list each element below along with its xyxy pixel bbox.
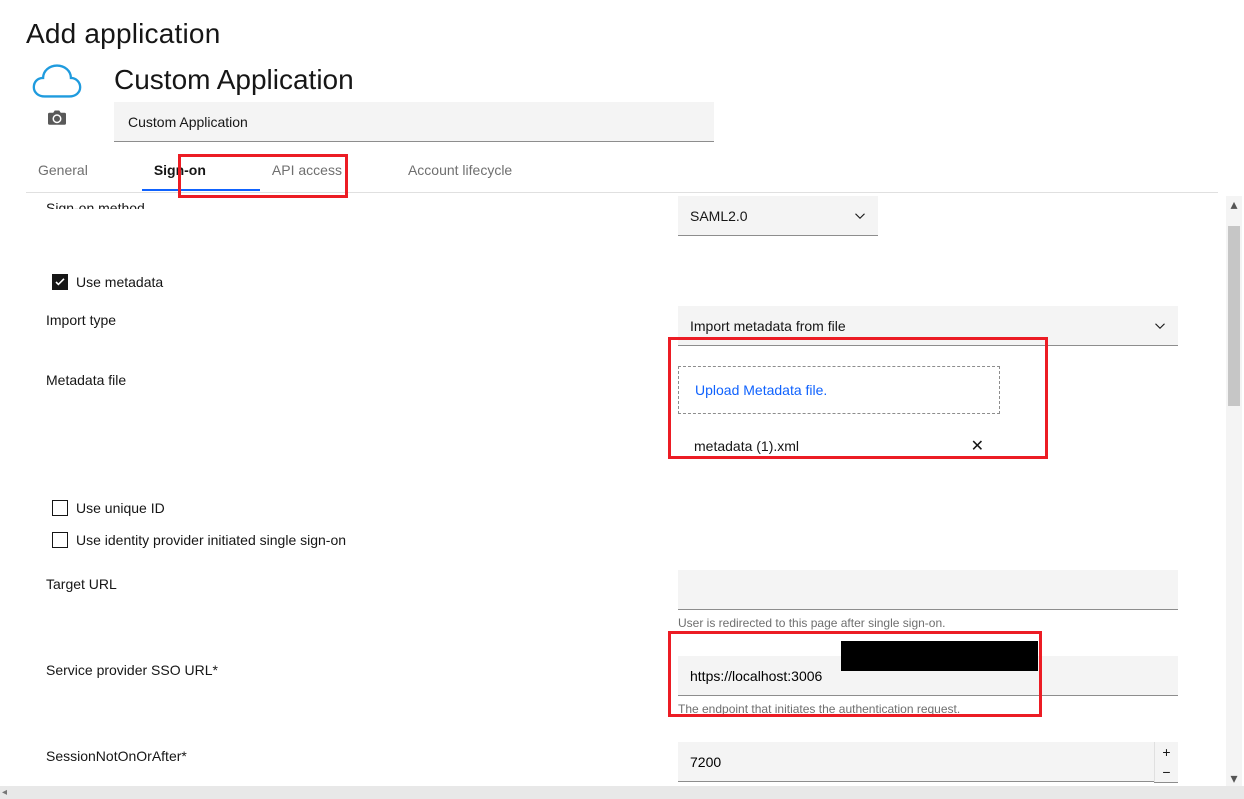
target-url-label: Target URL	[46, 570, 678, 592]
tab-account-lifecycle[interactable]: Account lifecycle	[396, 150, 566, 192]
use-idp-sso-label: Use identity provider initiated single s…	[76, 532, 346, 548]
session-label: SessionNotOnOrAfter*	[46, 742, 678, 764]
sign-on-method-value: SAML2.0	[690, 208, 748, 224]
chevron-down-icon	[1154, 320, 1166, 332]
scrollbar-thumb[interactable]	[1228, 226, 1240, 406]
tab-sign-on[interactable]: Sign-on	[142, 150, 260, 192]
sp-sso-url-helper: The endpoint that initiates the authenti…	[678, 702, 1178, 716]
import-type-value: Import metadata from file	[690, 318, 846, 334]
sp-sso-url-label: Service provider SSO URL*	[46, 656, 678, 678]
use-unique-id-checkbox[interactable]	[52, 500, 68, 516]
tabs: General Sign-on API access Account lifec…	[26, 150, 1218, 193]
chevron-down-icon	[854, 210, 866, 222]
remove-file-icon[interactable]: ✕	[971, 436, 984, 456]
tab-general[interactable]: General	[26, 150, 142, 192]
form-scroll-area: Sign-on method SAML2.0 Use metadata Impo…	[0, 196, 1244, 786]
import-type-select[interactable]: Import metadata from file	[678, 306, 1178, 346]
page-title: Add application	[26, 18, 1218, 50]
use-metadata-label: Use metadata	[76, 274, 163, 290]
target-url-input[interactable]	[678, 570, 1178, 610]
cloud-icon	[32, 64, 82, 98]
upload-prompt: Upload Metadata file.	[695, 382, 827, 398]
uploaded-file: metadata (1).xml ✕	[678, 426, 1000, 466]
tab-api-access[interactable]: API access	[260, 150, 396, 192]
scroll-down-icon[interactable]: ▾	[1226, 770, 1242, 786]
import-type-label: Import type	[46, 306, 678, 328]
uploaded-file-name: metadata (1).xml	[694, 438, 799, 454]
metadata-file-label: Metadata file	[46, 366, 678, 388]
session-increment-button[interactable]: +	[1154, 742, 1178, 762]
use-metadata-checkbox[interactable]	[52, 274, 68, 290]
horizontal-scrollbar[interactable]: ◂	[0, 786, 1244, 799]
app-name-heading: Custom Application	[114, 64, 714, 96]
sign-on-method-select[interactable]: SAML2.0	[678, 196, 878, 236]
scroll-left-icon[interactable]: ◂	[2, 787, 7, 798]
sign-on-method-label: Sign-on method	[46, 196, 678, 209]
session-decrement-button[interactable]: −	[1154, 762, 1178, 782]
redaction-sso	[841, 641, 1038, 671]
use-idp-sso-checkbox[interactable]	[52, 532, 68, 548]
use-unique-id-label: Use unique ID	[76, 500, 165, 516]
target-url-helper: User is redirected to this page after si…	[678, 616, 1178, 630]
vertical-scrollbar[interactable]: ▴ ▾	[1226, 196, 1242, 786]
session-input[interactable]	[678, 742, 1154, 782]
upload-metadata-button[interactable]: Upload Metadata file.	[678, 366, 1000, 414]
scroll-up-icon[interactable]: ▴	[1226, 196, 1242, 212]
camera-icon[interactable]	[48, 110, 66, 126]
app-name-input[interactable]	[114, 102, 714, 142]
